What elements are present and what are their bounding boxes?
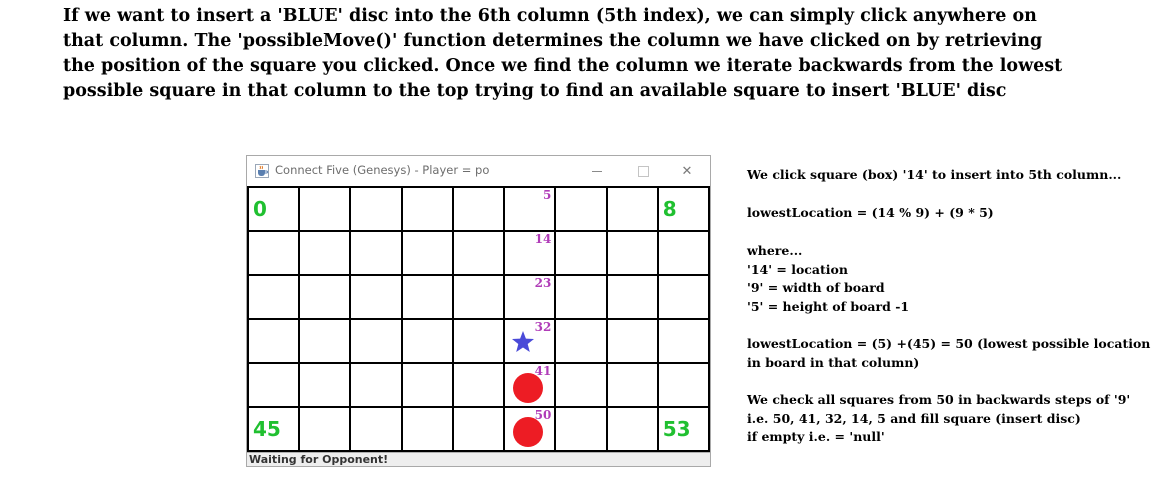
board-square[interactable] (249, 276, 299, 318)
board-square[interactable] (300, 408, 350, 450)
board-square[interactable] (300, 320, 350, 362)
board-square[interactable]: 0 (249, 188, 299, 230)
board-square[interactable]: 14 (505, 232, 555, 274)
red-disc (513, 373, 544, 403)
board-square[interactable] (607, 408, 657, 450)
board-square[interactable]: 41 (505, 364, 555, 406)
board-square[interactable] (402, 276, 452, 318)
board-square[interactable] (351, 232, 401, 274)
game-window: Connect Five (Genesys) - Player = po ✕ 0… (246, 155, 711, 467)
board-square[interactable] (402, 232, 452, 274)
intro-line: the position of the square you clicked. … (63, 56, 1063, 76)
board-square[interactable] (556, 408, 606, 450)
note-line: i.e. 50, 41, 32, 14, 5 and fill square (… (747, 410, 1081, 426)
column-index-label: 5 (542, 188, 552, 202)
board-square[interactable] (453, 276, 504, 318)
corner-index-label: 53 (662, 417, 691, 441)
note-line: if empty i.e. = 'null' (747, 429, 885, 444)
board-square[interactable] (607, 188, 657, 230)
board-square[interactable] (453, 188, 504, 230)
corner-index-label: 0 (253, 197, 267, 221)
intro-line: possible square in that column to the to… (63, 81, 1007, 101)
board-square[interactable] (658, 320, 708, 362)
board-square[interactable] (300, 188, 350, 230)
window-title: Connect Five (Genesys) - Player = po (275, 163, 490, 177)
board-square[interactable] (402, 364, 452, 406)
board-square[interactable]: 50 (505, 408, 555, 450)
close-icon: ✕ (681, 163, 693, 179)
maximize-button[interactable] (620, 156, 666, 186)
board-square[interactable] (453, 320, 504, 362)
column-index-label: 14 (534, 232, 552, 246)
title-bar[interactable]: Connect Five (Genesys) - Player = po ✕ (247, 156, 710, 186)
close-button[interactable]: ✕ (664, 156, 710, 186)
board-square[interactable] (402, 408, 452, 450)
column-index-label: 23 (534, 276, 552, 290)
board-square[interactable] (249, 232, 299, 274)
intro-line: that column. The 'possibleMove()' functi… (63, 31, 1043, 51)
note-line: in board in that column) (747, 354, 920, 370)
board-square[interactable] (351, 408, 401, 450)
board-square[interactable] (453, 364, 504, 406)
note-line: '9' = width of board (747, 280, 885, 295)
board-square[interactable] (249, 364, 299, 406)
minimize-icon (592, 170, 602, 172)
board-square[interactable] (402, 188, 452, 230)
board-square[interactable] (300, 232, 350, 274)
board-square[interactable] (607, 320, 657, 362)
board-square[interactable] (249, 320, 299, 362)
blue-star-icon (512, 331, 535, 352)
board-square[interactable] (556, 232, 606, 274)
corner-index-label: 45 (253, 417, 281, 441)
status-bar: Waiting for Opponent! (247, 452, 710, 466)
board-square[interactable] (453, 232, 504, 274)
board-square[interactable] (658, 276, 708, 318)
board-square[interactable]: 53 (658, 408, 708, 450)
note-line: where... (747, 243, 803, 258)
board-square[interactable] (556, 276, 606, 318)
note-formula: lowestLocation = (14 % 9) + (9 * 5) (747, 205, 994, 220)
board-square[interactable] (351, 364, 401, 406)
column-index-label: 32 (534, 320, 552, 334)
board-square[interactable]: 8 (658, 188, 708, 230)
board-square[interactable] (607, 232, 657, 274)
board-square[interactable]: 32 (505, 320, 555, 362)
board-square[interactable]: 45 (249, 408, 299, 450)
board-square[interactable] (607, 364, 657, 406)
minimize-button[interactable] (574, 156, 620, 186)
board-square[interactable] (607, 276, 657, 318)
board-square[interactable] (453, 408, 504, 450)
board-square[interactable] (300, 276, 350, 318)
board-square[interactable] (300, 364, 350, 406)
board-square[interactable] (556, 364, 606, 406)
game-board: 0 5 8 14 23 32 41 45 50 53 (247, 186, 710, 452)
red-disc (513, 417, 544, 447)
board-square[interactable] (351, 276, 401, 318)
corner-index-label: 8 (662, 197, 677, 221)
intro-line: If we want to insert a 'BLUE' disc into … (63, 6, 1037, 26)
board-square[interactable] (402, 320, 452, 362)
board-square[interactable] (658, 232, 708, 274)
board-square[interactable]: 5 (505, 188, 555, 230)
board-square[interactable]: 23 (505, 276, 555, 318)
note-line: We click square (box) '14' to insert int… (747, 167, 1122, 182)
note-line: '14' = location (747, 261, 848, 277)
note-line: '5' = height of board -1 (747, 298, 910, 314)
intro-paragraph: If we want to insert a 'BLUE' disc into … (63, 4, 1123, 104)
board-square[interactable] (556, 320, 606, 362)
board-square[interactable] (658, 364, 708, 406)
java-cup-icon (255, 164, 269, 178)
board-square[interactable] (351, 320, 401, 362)
note-line: We check all squares from 50 in backward… (747, 392, 1131, 407)
note-result: lowestLocation = (5) +(45) = 50 (lowest … (747, 336, 1151, 351)
maximize-icon (637, 165, 649, 177)
board-square[interactable] (556, 188, 606, 230)
board-square[interactable] (351, 188, 401, 230)
